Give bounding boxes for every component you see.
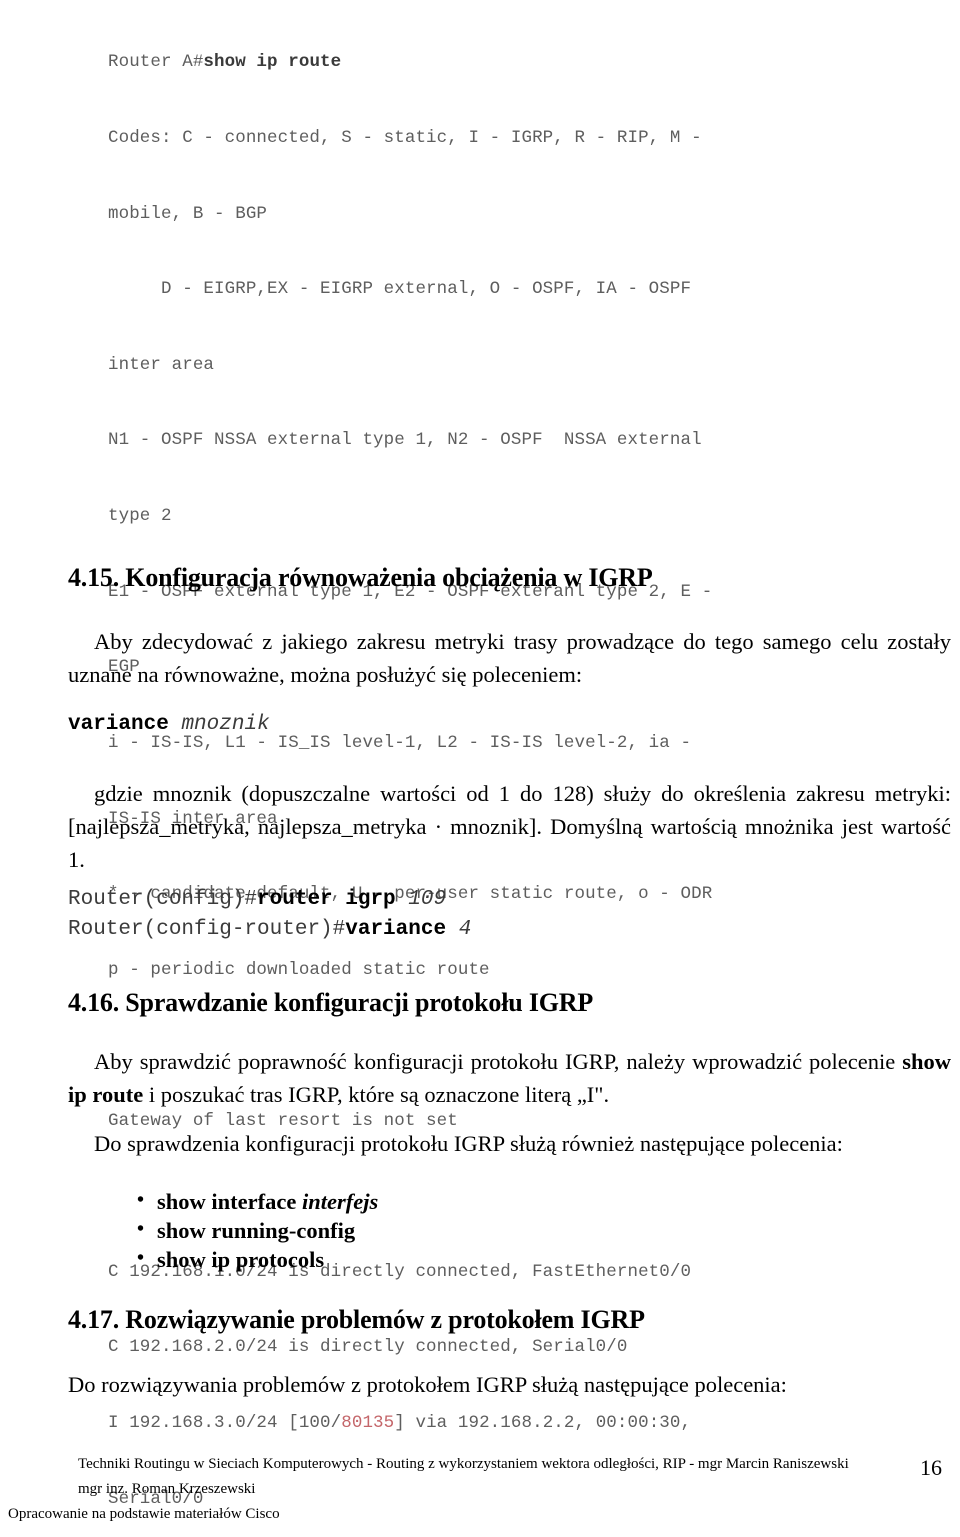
config-arg-2: 4 bbox=[458, 918, 472, 941]
terminal-command: show ip route bbox=[203, 52, 342, 73]
command-name: show interface bbox=[157, 1189, 297, 1214]
config-prompt-2: Router(config-router)# bbox=[68, 918, 346, 941]
paragraph-4-16-list-intro: Do sprawdzenia konfiguracji protokołu IG… bbox=[94, 1131, 843, 1156]
paragraph-4-16-part-a: Aby sprawdzić poprawność konfiguracji pr… bbox=[94, 1049, 903, 1074]
config-cmd-1: router igrp bbox=[257, 888, 396, 911]
terminal-codes-line-2: mobile, B - BGP bbox=[108, 203, 268, 224]
page-number: 16 bbox=[920, 1455, 942, 1480]
terminal-codes-line-4: inter area bbox=[108, 354, 215, 375]
heading-4-16: 4.16. Sprawdzanie konfiguracji protokołu… bbox=[68, 988, 594, 1017]
config-arg-1: 109 bbox=[408, 888, 447, 911]
terminal-prompt-line: Router A#show ip route bbox=[108, 50, 928, 75]
paragraph-4-17-intro: Do rozwiązywania problemów z protokołem … bbox=[68, 1372, 787, 1397]
list-item: • show running-config bbox=[137, 1216, 378, 1245]
list-item: • show ip protocols bbox=[137, 1245, 378, 1274]
command-name: show running-config bbox=[157, 1218, 356, 1243]
bullet-icon: • bbox=[137, 1218, 145, 1240]
paragraph-4-16-part-b: i poszukać tras IGRP, które są oznaczone… bbox=[143, 1082, 610, 1107]
config-prompt-1: Router(config)# bbox=[68, 888, 258, 911]
syntax-variance-command: variance bbox=[68, 713, 169, 736]
config-command-variance: Router(config-router)#variance 4 bbox=[68, 915, 471, 945]
paragraph-4-15-intro: Aby zdecydować z jakiego zakresu metryki… bbox=[68, 629, 951, 687]
command-name: show ip protocols bbox=[157, 1247, 325, 1272]
terminal-codes-line-3: D - EIGRP,EX - EIGRP external, O - OSPF,… bbox=[108, 279, 692, 300]
terminal-route-igrp-metric: 80135 bbox=[341, 1412, 395, 1433]
terminal-codes-line-5: N1 - OSPF NSSA external type 1, N2 - OSP… bbox=[108, 430, 702, 451]
terminal-route-igrp-suffix: ] via 192.168.2.2, 00:00:30, bbox=[394, 1412, 692, 1433]
syntax-variance-argument: mnoznik bbox=[181, 713, 270, 736]
terminal-prompt: Router A# bbox=[108, 52, 204, 73]
paragraph-4-16-intro: Aby sprawdzić poprawność konfiguracji pr… bbox=[68, 1045, 951, 1111]
heading-4-15: 4.15. Konfiguracja równoważenia obciążen… bbox=[68, 563, 653, 592]
heading-4-17: 4.17. Rozwiązywanie problemów z protokoł… bbox=[68, 1305, 645, 1334]
bullet-icon: • bbox=[137, 1247, 145, 1269]
terminal-codes-line-6: type 2 bbox=[108, 506, 172, 527]
paragraph-4-15-explanation: gdzie mnoznik (dopuszczalne wartości od … bbox=[68, 781, 951, 872]
command-arg: interfejs bbox=[296, 1189, 379, 1214]
bullet-icon: • bbox=[137, 1189, 145, 1211]
footer-title-line: Techniki Routingu w Sieciach Komputerowy… bbox=[78, 1456, 849, 1472]
syntax-variance: variance mnoznik bbox=[68, 713, 270, 736]
terminal-route-igrp-prefix: I 192.168.3.0/24 [100/ bbox=[108, 1412, 342, 1433]
config-command-router-igrp: Router(config)#router igrp 109 bbox=[68, 885, 446, 915]
config-cmd-2: variance bbox=[345, 918, 447, 941]
terminal-route-connected-se00: C 192.168.2.0/24 is directly connected, … bbox=[108, 1337, 628, 1358]
syntax-variance-arg bbox=[169, 713, 182, 736]
terminal-codes-line-1: Codes: C - connected, S - static, I - IG… bbox=[108, 128, 702, 149]
terminal-codes-line-12: p - periodic downloaded static route bbox=[108, 959, 490, 980]
footer-source-line: Opracowanie na podstawie materiałów Cisc… bbox=[8, 1506, 280, 1522]
list-item: • show interface interfejs bbox=[137, 1187, 378, 1216]
terminal-route-igrp: I 192.168.3.0/24 [100/80135] via 192.168… bbox=[108, 1411, 928, 1436]
verification-command-list: • show interface interfejs • show running-… bbox=[137, 1187, 378, 1274]
footer-author-line: mgr inz. Roman Krzeszewski bbox=[78, 1481, 256, 1497]
